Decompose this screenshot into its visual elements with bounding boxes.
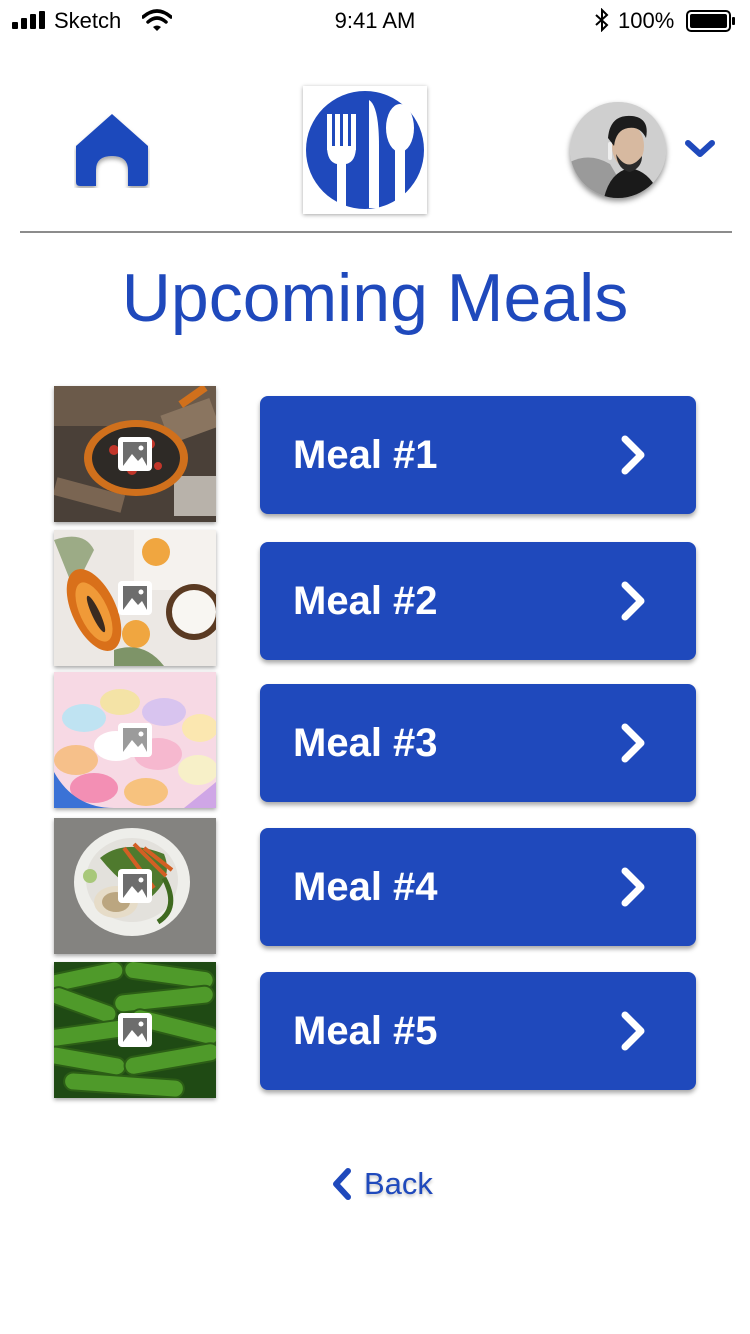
chevron-right-icon bbox=[621, 581, 645, 621]
bluetooth-icon bbox=[595, 8, 609, 32]
header-divider bbox=[20, 231, 732, 233]
chevron-down-icon[interactable] bbox=[684, 138, 716, 160]
home-icon[interactable] bbox=[74, 112, 150, 188]
chevron-right-icon bbox=[621, 867, 645, 907]
image-icon bbox=[118, 723, 152, 757]
meal-label: Meal #4 bbox=[293, 865, 438, 909]
avatar-photo bbox=[570, 102, 666, 198]
meal-button-2[interactable]: Meal #2 bbox=[260, 542, 696, 660]
meal-label: Meal #5 bbox=[293, 1009, 438, 1053]
back-button[interactable]: Back bbox=[326, 1162, 456, 1208]
meal-thumbnail-3 bbox=[54, 672, 216, 808]
meal-label: Meal #3 bbox=[293, 721, 438, 765]
meal-button-4[interactable]: Meal #4 bbox=[260, 828, 696, 946]
chevron-right-icon bbox=[621, 723, 645, 763]
meal-button-3[interactable]: Meal #3 bbox=[260, 684, 696, 802]
meal-thumbnail-1 bbox=[54, 386, 216, 522]
meal-thumbnail-4 bbox=[54, 818, 216, 954]
meal-button-5[interactable]: Meal #5 bbox=[260, 972, 696, 1090]
chevron-right-icon bbox=[621, 1011, 645, 1051]
fork-knife-spoon-icon bbox=[306, 91, 424, 209]
user-avatar[interactable] bbox=[570, 102, 666, 198]
meal-label: Meal #1 bbox=[293, 433, 438, 477]
image-icon bbox=[118, 581, 152, 615]
image-icon bbox=[118, 869, 152, 903]
page-title: Upcoming Meals bbox=[121, 260, 629, 336]
meal-thumbnail-2 bbox=[54, 530, 216, 666]
app-logo bbox=[303, 86, 427, 214]
image-icon bbox=[118, 437, 152, 471]
meal-label: Meal #2 bbox=[293, 579, 438, 623]
battery-icon bbox=[686, 10, 735, 32]
chevron-left-icon bbox=[333, 1168, 351, 1200]
back-label: Back bbox=[364, 1166, 433, 1201]
battery-percent: 100% bbox=[618, 8, 675, 33]
image-icon bbox=[118, 1013, 152, 1047]
chevron-right-icon bbox=[621, 435, 645, 475]
meal-thumbnail-5 bbox=[54, 962, 216, 1098]
status-bar: Sketch 9:41 AM 100% bbox=[0, 0, 750, 40]
meal-button-1[interactable]: Meal #1 bbox=[260, 396, 696, 514]
